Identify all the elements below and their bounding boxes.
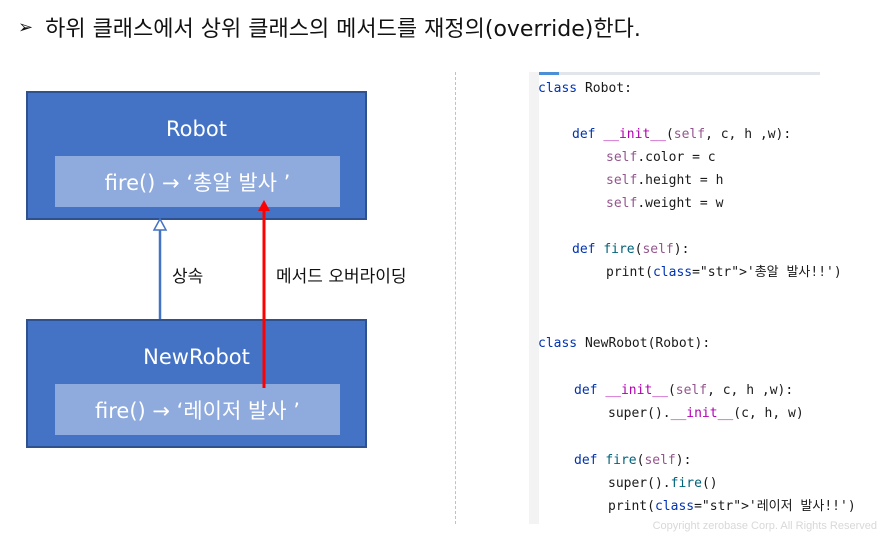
code-line: def __init__(self, c, h ,w):: [574, 383, 794, 398]
code-line: self.height = h: [606, 173, 724, 188]
editor-gutter: [529, 72, 539, 524]
code-line: print(class="str">'총알 발사!!'): [606, 265, 842, 280]
code-line: def __init__(self, c, h ,w):: [572, 127, 792, 142]
code-line: self.weight = w: [606, 196, 724, 211]
copyright-text: Copyright zerobase Corp. All Rights Rese…: [652, 520, 877, 532]
code-line: class Robot:: [538, 81, 632, 96]
section-divider: [455, 72, 456, 524]
code-line: self.color = c: [606, 150, 716, 165]
code-line: class NewRobot(Robot):: [538, 336, 711, 351]
code-line: print(class="str">'레이저 발사!!'): [608, 499, 856, 514]
inheritance-arrow: [152, 217, 168, 319]
editor-top-border: [529, 72, 820, 75]
code-line: super().__init__(c, h, w): [608, 406, 804, 421]
override-arrow: [258, 200, 270, 388]
code-line: def fire(self):: [572, 242, 690, 257]
code-line: super().fire(): [608, 476, 718, 491]
code-line: def fire(self):: [574, 453, 692, 468]
